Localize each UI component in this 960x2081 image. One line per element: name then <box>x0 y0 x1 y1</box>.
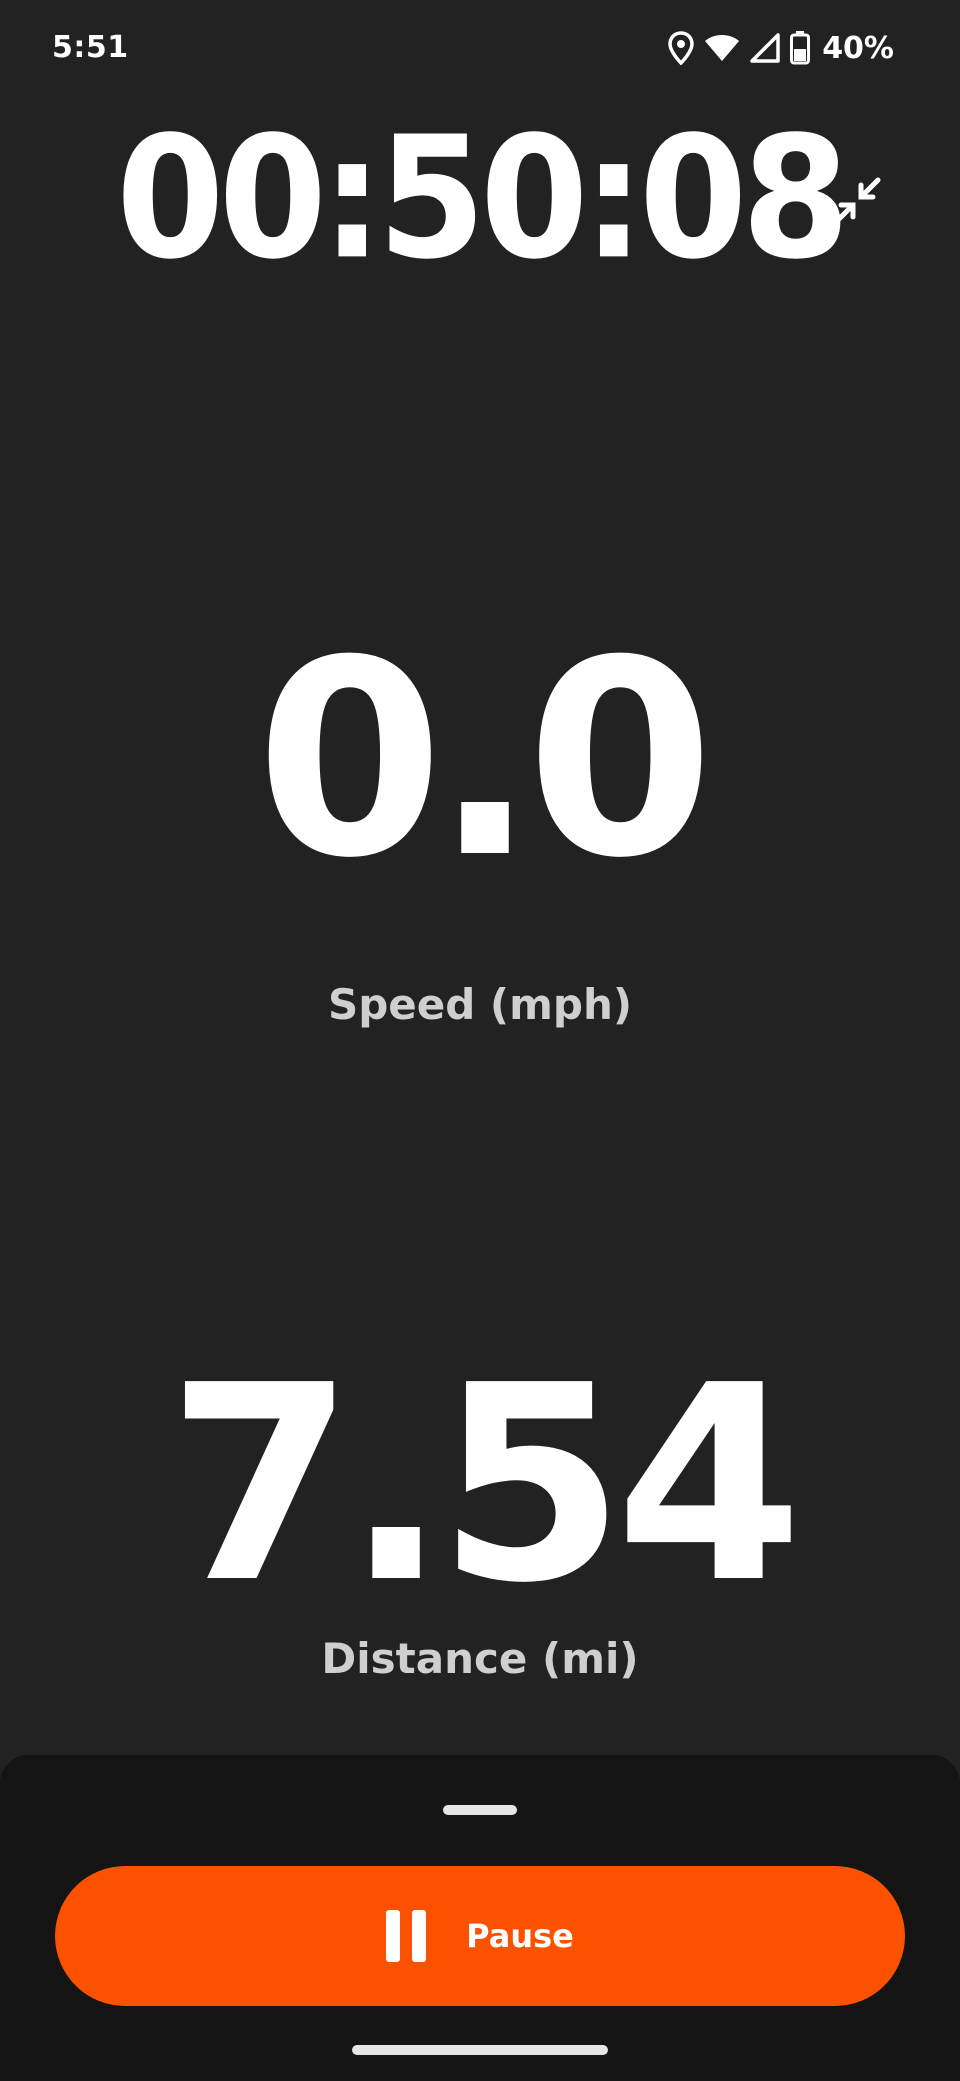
collapse-arrows-icon <box>833 177 881 225</box>
distance-label: Distance (mi) <box>321 1634 639 1683</box>
pause-button[interactable]: Pause <box>55 1866 905 2006</box>
elapsed-timer: 00:50:08 <box>115 99 850 297</box>
speed-label: Speed (mph) <box>327 980 633 1029</box>
status-bar: 5:51 40% <box>0 0 960 96</box>
distance-value: 7.54 <box>166 1327 803 1642</box>
collapse-button[interactable] <box>824 168 890 234</box>
status-icons: 40% <box>668 28 894 68</box>
status-time: 5:51 <box>52 30 129 65</box>
pause-label: Pause <box>466 1917 574 1955</box>
location-icon <box>668 31 694 65</box>
battery-icon <box>790 31 811 65</box>
battery-percent: 40% <box>822 30 894 66</box>
cell-signal-icon <box>750 33 780 63</box>
sheet-drag-handle[interactable] <box>443 1805 517 1815</box>
speed-value: 0.0 <box>255 602 714 917</box>
pause-icon <box>386 1910 427 1962</box>
home-indicator[interactable] <box>352 2045 608 2055</box>
bottom-sheet: Pause <box>0 1755 960 2081</box>
wifi-icon <box>704 33 740 63</box>
